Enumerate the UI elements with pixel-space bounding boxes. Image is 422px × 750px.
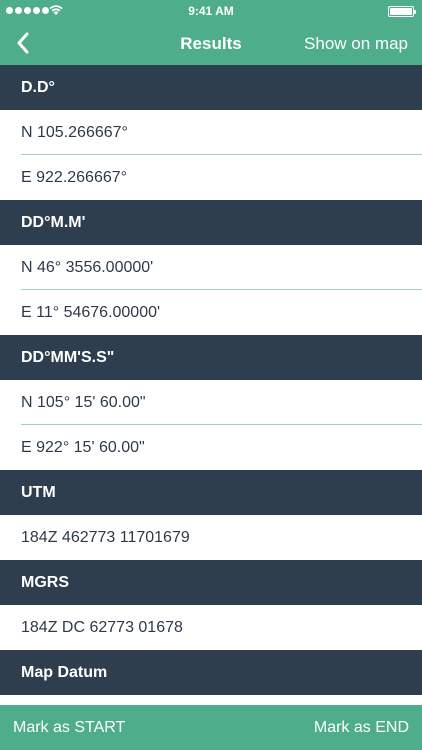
results-list[interactable]: D.D° N 105.266667° E 922.266667° DD°M.M'…	[0, 65, 422, 705]
coordinate-value: E 11° 54676.00000'	[21, 303, 161, 321]
header: 9:41 AM Results Show on map	[0, 0, 422, 65]
nav-bar: Results Show on map	[0, 22, 422, 65]
show-on-map-button[interactable]: Show on map	[304, 34, 408, 54]
section-header-utm: UTM	[0, 470, 422, 515]
list-item[interactable]: 184Z 462773 11701679	[0, 515, 422, 560]
battery-icon	[388, 6, 416, 17]
coordinate-value: N 105.266667°	[21, 123, 128, 141]
coordinate-value: E 922.266667°	[21, 168, 128, 186]
list-item[interactable]: N 105° 15' 60.00"	[0, 380, 422, 425]
section-header-mgrs: MGRS	[0, 560, 422, 605]
section-header-dms: DD°MM'S.S"	[0, 335, 422, 380]
mark-end-button[interactable]: Mark as END	[314, 719, 409, 737]
list-item[interactable]: N 46° 3556.00000'	[0, 245, 422, 290]
list-item[interactable]: N 105.266667°	[0, 110, 422, 155]
mark-start-button[interactable]: Mark as START	[13, 719, 125, 737]
list-item[interactable]: 184Z DC 62773 01678	[0, 605, 422, 650]
status-time: 9:41 AM	[188, 4, 234, 18]
coordinate-value: E 922° 15' 60.00"	[21, 438, 145, 456]
list-item[interactable]: E 922.266667°	[0, 155, 422, 200]
bottom-toolbar: Mark as START Mark as END	[0, 705, 422, 750]
coordinate-value: N 105° 15' 60.00"	[21, 393, 146, 411]
section-header-map-datum: Map Datum	[0, 650, 422, 695]
list-item[interactable]: E 922° 15' 60.00"	[0, 425, 422, 470]
coordinate-value: 184Z 462773 11701679	[21, 528, 190, 546]
section-header-dd: D.D°	[0, 65, 422, 110]
coordinate-value: 184Z DC 62773 01678	[21, 618, 183, 636]
coordinate-value: N 46° 3556.00000'	[21, 258, 154, 276]
status-bar: 9:41 AM	[0, 0, 422, 22]
list-item[interactable]: E 11° 54676.00000'	[0, 290, 422, 335]
section-header-ddm: DD°M.M'	[0, 200, 422, 245]
